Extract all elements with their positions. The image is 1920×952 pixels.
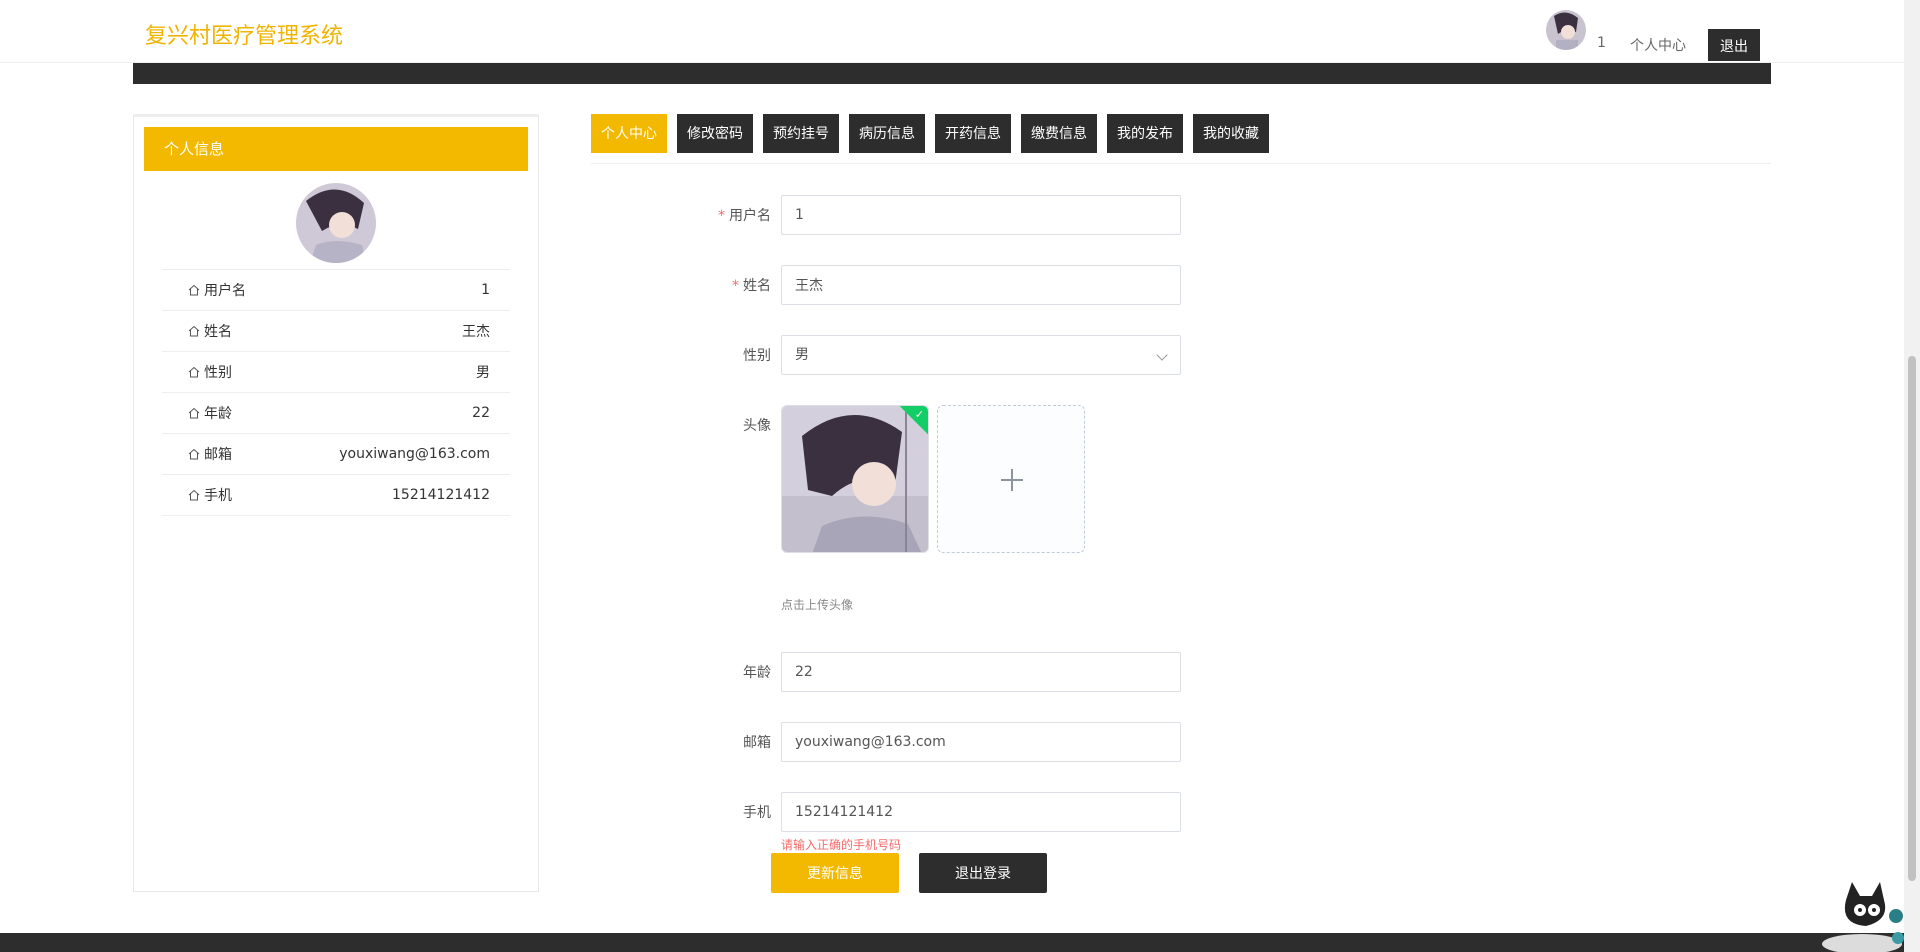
home-icon bbox=[188, 448, 200, 460]
tab-divider bbox=[591, 163, 1771, 164]
profile-card-title: 个人信息 bbox=[144, 127, 528, 171]
header-logout-button[interactable]: 退出 bbox=[1708, 29, 1760, 61]
page-footer bbox=[0, 933, 1904, 952]
tab-payments[interactable]: 缴费信息 bbox=[1021, 114, 1097, 153]
username-field[interactable] bbox=[781, 195, 1181, 235]
info-value: 22 bbox=[472, 405, 490, 421]
profile-info-list: 用户名 1 姓名 王杰 性别 男 年龄 22 邮箱 youxiwang@163.… bbox=[162, 269, 510, 516]
email-label: 邮箱 bbox=[743, 735, 771, 751]
home-icon bbox=[188, 284, 200, 296]
name-field[interactable] bbox=[781, 265, 1181, 305]
gender-selected-value: 男 bbox=[795, 347, 809, 363]
home-icon bbox=[188, 366, 200, 378]
scrollbar-thumb[interactable] bbox=[1908, 356, 1916, 881]
info-value: 1 bbox=[481, 282, 490, 298]
avatar-label: 头像 bbox=[743, 418, 771, 434]
info-row-gender: 性别 男 bbox=[162, 352, 510, 393]
mascot-icon bbox=[1822, 882, 1904, 952]
upload-tip: 点击上传头像 bbox=[781, 598, 854, 612]
home-icon bbox=[188, 407, 200, 419]
page-banner bbox=[133, 62, 1771, 84]
logout-button[interactable]: 退出登录 bbox=[919, 853, 1047, 893]
vertical-scrollbar[interactable] bbox=[1904, 0, 1920, 952]
info-row-age: 年龄 22 bbox=[162, 393, 510, 434]
phone-error-message: 请输入正确的手机号码 bbox=[781, 838, 902, 852]
info-row-username: 用户名 1 bbox=[162, 270, 510, 311]
name-label: * 姓名 bbox=[732, 278, 771, 294]
info-row-name: 姓名 王杰 bbox=[162, 311, 510, 352]
chevron-down-icon bbox=[1156, 349, 1168, 361]
header-avatar[interactable] bbox=[1546, 10, 1586, 50]
tab-my-favorites[interactable]: 我的收藏 bbox=[1193, 114, 1269, 153]
gender-label: 性别 bbox=[743, 348, 771, 364]
info-label: 性别 bbox=[204, 365, 232, 381]
avatar-upload-button[interactable] bbox=[937, 405, 1085, 553]
info-label: 邮箱 bbox=[204, 447, 232, 463]
gender-select[interactable]: 男 bbox=[781, 335, 1181, 375]
phone-field[interactable] bbox=[781, 792, 1181, 832]
info-label: 用户名 bbox=[204, 283, 246, 299]
tab-personal-center[interactable]: 个人中心 bbox=[591, 114, 667, 153]
home-icon bbox=[188, 489, 200, 501]
center-tabs: 个人中心 修改密码 预约挂号 病历信息 开药信息 缴费信息 我的发布 我的收藏 bbox=[591, 114, 1269, 153]
tab-medical-records[interactable]: 病历信息 bbox=[849, 114, 925, 153]
personal-center-link[interactable]: 个人中心 bbox=[1630, 35, 1686, 55]
username-label: * 用户名 bbox=[718, 208, 771, 224]
info-value: 15214121412 bbox=[392, 487, 490, 503]
check-icon: ✓ bbox=[914, 408, 924, 421]
email-field[interactable] bbox=[781, 722, 1181, 762]
info-row-email: 邮箱 youxiwang@163.com bbox=[162, 434, 510, 475]
info-label: 年龄 bbox=[204, 406, 232, 422]
top-navbar: 复兴村医疗管理系统 1 个人中心 退出 bbox=[0, 0, 1904, 63]
profile-card: 个人信息 用户名 1 姓名 王杰 性别 男 年龄 22 邮箱 youxiwang… bbox=[133, 114, 539, 892]
tab-change-password[interactable]: 修改密码 bbox=[677, 114, 753, 153]
tab-my-posts[interactable]: 我的发布 bbox=[1107, 114, 1183, 153]
info-label: 手机 bbox=[204, 488, 232, 504]
age-field[interactable] bbox=[781, 652, 1181, 692]
phone-label: 手机 bbox=[743, 805, 771, 821]
info-value: youxiwang@163.com bbox=[339, 446, 490, 462]
info-label: 姓名 bbox=[204, 324, 232, 340]
tab-appointment[interactable]: 预约挂号 bbox=[763, 114, 839, 153]
info-value: 男 bbox=[476, 365, 490, 381]
update-info-button[interactable]: 更新信息 bbox=[771, 853, 899, 893]
header-user-id: 1 bbox=[1597, 35, 1606, 51]
info-value: 王杰 bbox=[462, 324, 490, 340]
uploaded-avatar-thumbnail[interactable]: ✓ bbox=[781, 405, 929, 553]
tab-prescriptions[interactable]: 开药信息 bbox=[935, 114, 1011, 153]
app-logo[interactable]: 复兴村医疗管理系统 bbox=[145, 18, 343, 50]
info-row-phone: 手机 15214121412 bbox=[162, 475, 510, 516]
profile-avatar bbox=[296, 183, 376, 263]
home-icon bbox=[188, 325, 200, 337]
age-label: 年龄 bbox=[743, 665, 771, 681]
